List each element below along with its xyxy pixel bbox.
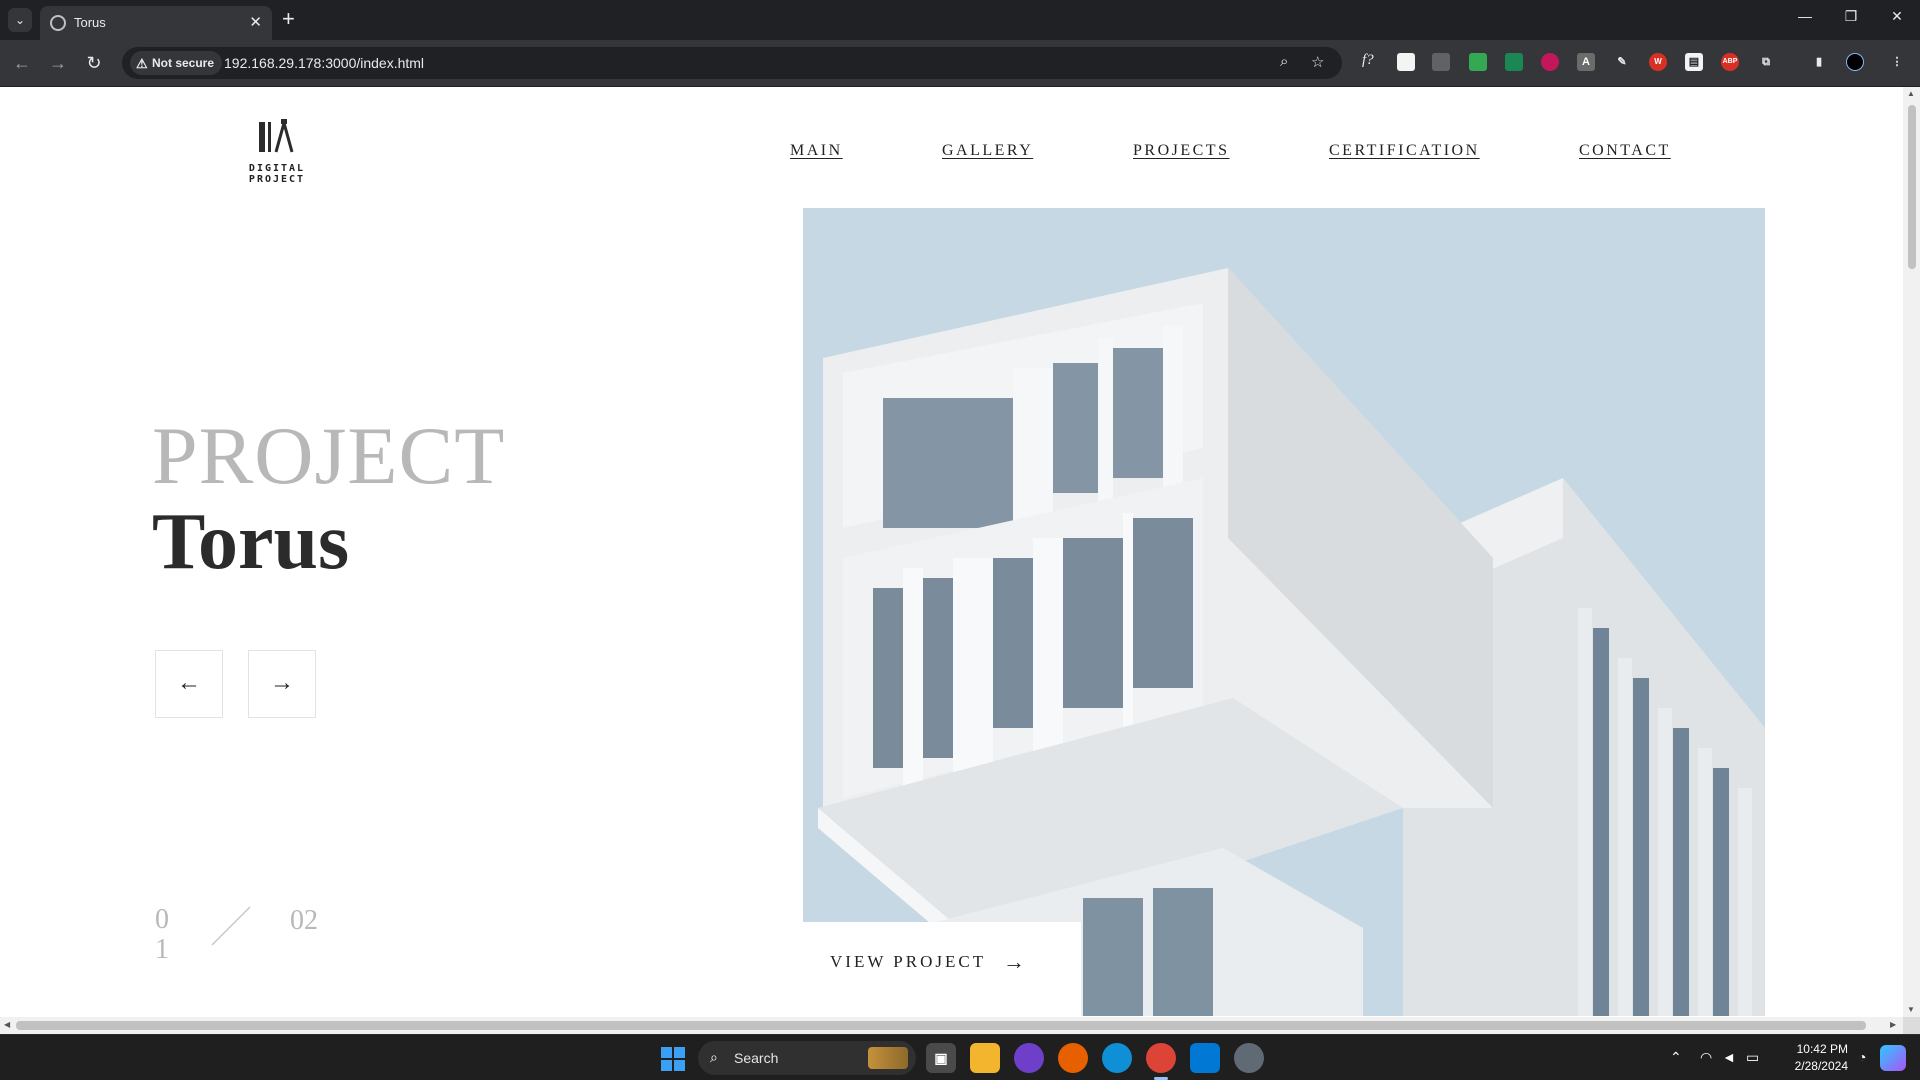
nav-projects[interactable]: PROJECTS <box>1133 142 1229 160</box>
windows-start-icon[interactable] <box>661 1047 685 1071</box>
scroll-up-icon[interactable]: ▲ <box>1907 89 1915 98</box>
formula-extension-icon[interactable]: f? <box>1362 52 1374 69</box>
notification-icon[interactable]: ◔ <box>1858 1049 1866 1065</box>
close-window-button[interactable]: ✕ <box>1885 8 1909 25</box>
scroll-right-icon[interactable]: ▶ <box>1890 1020 1896 1029</box>
active-tab[interactable]: Torus ✕ <box>40 6 272 40</box>
scroll-left-icon[interactable]: ◀ <box>4 1020 10 1029</box>
restore-button[interactable]: ❐ <box>1839 8 1863 25</box>
search-icon: ⌕ <box>710 1049 718 1065</box>
taskbar-search[interactable]: ⌕ Search <box>698 1041 916 1075</box>
tab-search-icon[interactable]: ⌄ <box>8 8 32 32</box>
horizontal-scrollbar[interactable]: ◀ ▶ <box>0 1017 1903 1034</box>
github-desktop-icon[interactable] <box>1014 1043 1044 1073</box>
color-extension-icon[interactable] <box>1469 53 1487 71</box>
search-placeholder: Search <box>734 1050 779 1066</box>
zoom-icon[interactable]: ⌕ <box>1280 53 1288 70</box>
chrome-icon[interactable] <box>1146 1043 1176 1073</box>
logo-text: DIGITAL PROJECT <box>248 163 306 185</box>
edge-icon[interactable] <box>1102 1043 1132 1073</box>
not-secure-label: Not secure <box>152 56 215 70</box>
tab-strip: ⌄ Torus ✕ + — ❐ ✕ <box>0 0 1920 40</box>
scrollbar-corner <box>1903 1017 1920 1034</box>
notes-extension-icon[interactable]: ▤ <box>1685 53 1703 71</box>
settings-icon[interactable] <box>1234 1043 1264 1073</box>
nav-gallery[interactable]: GALLERY <box>942 142 1033 160</box>
page-viewport: DIGITAL PROJECT MAIN GALLERY PROJECTS CE… <box>0 87 1903 1017</box>
slide-total: 02 <box>290 905 318 936</box>
task-view-icon[interactable]: ▣ <box>926 1043 956 1073</box>
chevron-up-icon[interactable]: ⌃ <box>1670 1049 1682 1066</box>
image-extension-icon[interactable] <box>1505 53 1523 71</box>
vertical-scrollbar[interactable]: ▲ ▼ <box>1903 87 1920 1017</box>
hero-title-bold: Torus <box>152 498 350 586</box>
side-panel-icon[interactable]: ▮ <box>1810 53 1828 71</box>
file-explorer-icon[interactable] <box>970 1043 1000 1073</box>
logo-icon <box>259 119 294 153</box>
slide-current: 01 <box>155 904 169 965</box>
new-tab-button[interactable]: + <box>282 7 295 31</box>
copilot-icon[interactable] <box>1880 1045 1906 1071</box>
extensions-icon[interactable]: ⧉ <box>1757 53 1775 71</box>
tab-title: Torus <box>74 15 106 30</box>
volume-icon[interactable]: ◄ <box>1722 1049 1736 1065</box>
menu-kebab-icon[interactable]: ⋮ <box>1888 53 1906 71</box>
wappalyzer-icon[interactable]: W <box>1649 53 1667 71</box>
nav-certification[interactable]: CERTIFICATION <box>1329 142 1480 160</box>
close-tab-icon[interactable]: ✕ <box>249 13 262 31</box>
hero-building-image <box>803 208 1765 1016</box>
scroll-down-icon[interactable]: ▼ <box>1907 1005 1915 1014</box>
clock-date: 2/28/2024 <box>1794 1059 1848 1073</box>
system-clock[interactable]: 10:42 PM 2/28/2024 <box>1776 1041 1848 1075</box>
url-text[interactable]: 192.168.29.178:3000/index.html <box>224 55 424 71</box>
font-extension-icon[interactable]: A <box>1577 53 1595 71</box>
right-arrow-icon: → <box>1003 949 1025 974</box>
profile-icon[interactable] <box>1846 53 1864 71</box>
view-project-label: VIEW PROJECT <box>830 952 987 971</box>
building-illustration <box>803 208 1765 1016</box>
adblock-icon[interactable]: ABP <box>1721 53 1739 71</box>
star-icon[interactable]: ☆ <box>1311 53 1324 71</box>
reload-icon[interactable]: ↻ <box>82 51 106 75</box>
windows-taskbar: ⌕ Search ▣ ⌃ ◠ ◄ ▭ 10:42 PM 2/28/2024 ◔ <box>0 1034 1920 1080</box>
address-bar[interactable]: ⚠ Not secure 192.168.29.178:3000/index.h… <box>122 47 1342 79</box>
nav-contact[interactable]: CONTACT <box>1579 142 1671 160</box>
clock-time: 10:42 PM <box>1796 1042 1848 1056</box>
minimize-button[interactable]: — <box>1793 8 1817 24</box>
globe-icon <box>50 15 66 31</box>
hero-title-light: PROJECT <box>152 410 506 501</box>
ruler-extension-icon[interactable] <box>1432 53 1450 71</box>
next-slide-button[interactable]: → <box>248 650 316 718</box>
extension-icon[interactable] <box>1397 53 1415 71</box>
view-project-link[interactable]: VIEW PROJECT → <box>803 922 1081 1017</box>
horizontal-scroll-thumb[interactable] <box>16 1021 1866 1030</box>
search-highlight-image <box>868 1047 908 1069</box>
vscode-icon[interactable] <box>1190 1043 1220 1073</box>
browser-toolbar: ← → ↻ ⚠ Not secure 192.168.29.178:3000/i… <box>0 40 1920 87</box>
firefox-icon[interactable] <box>1058 1043 1088 1073</box>
forward-arrow-icon[interactable]: → <box>46 51 70 75</box>
vertical-scroll-thumb[interactable] <box>1908 105 1916 269</box>
battery-icon[interactable]: ▭ <box>1746 1049 1759 1066</box>
wifi-icon[interactable]: ◠ <box>1700 1049 1712 1066</box>
nav-main[interactable]: MAIN <box>790 142 843 160</box>
eyedropper-icon[interactable]: ✎ <box>1613 53 1631 71</box>
warning-icon: ⚠ <box>136 56 148 71</box>
slide-divider <box>211 906 251 946</box>
prev-slide-button[interactable]: ← <box>155 650 223 718</box>
back-arrow-icon[interactable]: ← <box>10 51 34 75</box>
security-chip[interactable]: ⚠ Not secure <box>130 51 223 75</box>
record-extension-icon[interactable] <box>1541 53 1559 71</box>
